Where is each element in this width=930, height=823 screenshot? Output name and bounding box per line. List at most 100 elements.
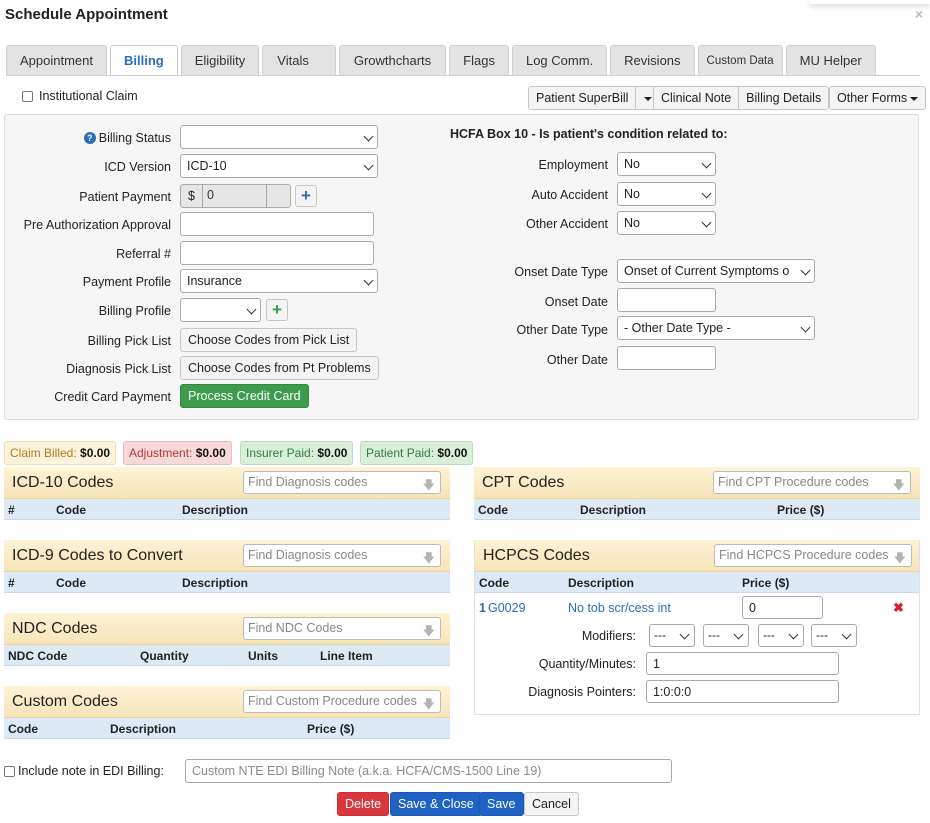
patient-payment-group: $ 0 [180,184,291,208]
icd-version-select[interactable]: ICD-10 [180,154,378,178]
add-payment-button[interactable]: + [295,185,317,207]
icd10-section: ICD-10 Codes Find Diagnosis codes 🡇 # Cod… [4,467,450,520]
other-forms-label: Other Forms [837,91,908,105]
hcpcs-description-link[interactable]: No tob scr/cess int [568,601,671,615]
chevron-down-icon [701,158,712,169]
close-icon[interactable]: × [915,6,923,22]
modifier-3-select[interactable]: --- [758,624,804,647]
other-accident-label: Other Accident [526,217,608,231]
ndc-search-input[interactable]: Find NDC Codes 🡇 [243,617,441,640]
quantity-input[interactable]: 1 [646,652,839,675]
billing-details-button[interactable]: Billing Details [738,86,830,110]
chevron-down-icon [841,629,852,640]
employment-label: Employment [538,158,608,172]
claim-billed-badge: Claim Billed: $0.00 [4,441,117,465]
tab-vitals[interactable]: Vitals [262,45,336,75]
save-button[interactable]: Save [479,792,524,816]
pre-authorization-input[interactable] [180,212,374,236]
other-date-input[interactable] [617,346,716,370]
cancel-button[interactable]: Cancel [524,792,579,816]
modifier-2-select[interactable]: --- [703,624,749,647]
custom-title: Custom Codes [12,693,118,710]
caret-down-icon [644,96,653,101]
diagnosis-pointers-input[interactable]: 1:0:0:0 [646,680,839,703]
icd9-search-input[interactable]: Find Diagnosis codes 🡇 [243,544,441,567]
tab-log-comm[interactable]: Log Comm. [511,45,608,75]
edi-note-input[interactable]: Custom NTE EDI Billing Note (a.k.a. HCFA… [185,759,672,783]
tab-eligibility[interactable]: Eligibility [180,45,260,75]
patient-payment-input[interactable]: 0 [202,185,267,207]
billing-profile-select[interactable] [180,298,261,322]
modifier-1-select[interactable]: --- [649,624,695,647]
ndc-title: NDC Codes [12,620,98,637]
help-icon[interactable]: ? [83,132,96,144]
modifier-4-select[interactable]: --- [811,624,857,647]
tab-flags[interactable]: Flags [449,45,509,75]
other-date-type-label: Other Date Type [516,323,609,337]
auto-accident-select[interactable]: No [617,182,716,206]
custom-search-input[interactable]: Find Custom Procedure codes 🡇 [243,690,441,713]
arrow-down-icon: 🡇 [422,697,435,711]
referral-input[interactable] [180,241,374,265]
choose-problems-button[interactable]: Choose Codes from Pt Problems [180,356,379,380]
adjustment-badge: Adjustment: $0.00 [123,441,232,465]
onset-date-type-select[interactable]: Onset of Current Symptoms o [617,259,815,283]
modifiers-label: Modifiers: [581,629,636,643]
choose-pick-list-button[interactable]: Choose Codes from Pick List [180,328,358,352]
patient-paid-badge: Patient Paid: $0.00 [360,441,474,465]
onset-date-input[interactable] [617,288,716,312]
tab-billing[interactable]: Billing [110,45,178,76]
ndc-column-header: NDC Code Quantity Units Line Item [4,645,450,666]
cpt-title: CPT Codes [482,474,565,491]
hcpcs-section: HCPCS Codes Find HCPCS Procedure codes 🡇 … [474,540,920,715]
tab-bar: Appointment Billing Eligibility Vitals G… [6,45,879,76]
process-credit-card-button[interactable]: Process Credit Card [180,384,309,408]
save-close-button[interactable]: Save & Close [390,792,482,816]
icd10-column-header: # Code Description [4,499,450,520]
cpt-search-input[interactable]: Find CPT Procedure codes 🡇 [713,471,911,494]
employment-select[interactable]: No [617,152,716,176]
other-date-type-select[interactable]: - Other Date Type - [617,316,815,340]
billing-profile-label: Billing Profile [98,304,171,318]
onset-date-label: Onset Date [544,295,608,309]
add-billing-profile-button[interactable]: + [266,299,288,321]
caret-down-icon [910,96,919,101]
other-accident-select[interactable]: No [617,211,716,235]
patient-superbill-button[interactable]: Patient SuperBill [528,86,637,110]
ndc-header: NDC Codes Find NDC Codes 🡇 [4,613,450,645]
payment-profile-select[interactable]: Insurance [180,269,378,293]
hcpcs-price-input[interactable]: 0 [742,596,823,619]
tab-custom-data[interactable]: Custom Data [697,45,783,75]
edi-note-checkbox[interactable] [4,766,15,777]
chevron-down-icon [733,629,744,640]
hcpcs-search-input[interactable]: Find HCPCS Procedure codes 🡇 [714,544,912,567]
delete-row-icon[interactable]: ✖ [893,600,904,616]
billing-status-label: ? Billing Status [30,131,171,145]
auto-accident-label: Auto Accident [531,188,608,202]
chevron-down-icon [701,217,712,228]
superbill-group: Patient SuperBill [528,86,660,110]
plus-icon: + [301,186,311,205]
icd9-header: ICD-9 Codes to Convert Find Diagnosis co… [4,540,450,572]
hcpcs-row-number: 1 [479,601,486,615]
tab-appointment[interactable]: Appointment [6,45,107,75]
tab-revisions[interactable]: Revisions [610,45,695,75]
icd9-column-header: # Code Description [4,572,450,593]
chevron-down-icon [800,265,811,276]
institutional-claim-label: Institutional Claim [39,89,138,103]
delete-button[interactable]: Delete [337,792,390,816]
clinical-note-button[interactable]: Clinical Note [653,86,740,110]
hcpcs-column-header: Code Description Price ($) [475,572,919,593]
other-forms-button[interactable]: Other Forms [829,86,927,110]
icd10-search-input[interactable]: Find Diagnosis codes 🡇 [243,471,441,494]
chevron-down-icon [363,275,374,286]
billing-status-select[interactable] [180,125,378,149]
custom-column-header: Code Description Price ($) [4,718,450,739]
hcpcs-code-link[interactable]: G0029 [488,601,526,615]
tab-divider [6,75,920,76]
quantity-label: Quantity/Minutes: [538,657,636,671]
tab-mu-helper[interactable]: MU Helper [785,45,876,75]
institutional-claim-checkbox[interactable] [22,91,33,102]
tab-growthcharts[interactable]: Growthcharts [338,45,447,75]
chevron-down-icon [246,304,257,315]
